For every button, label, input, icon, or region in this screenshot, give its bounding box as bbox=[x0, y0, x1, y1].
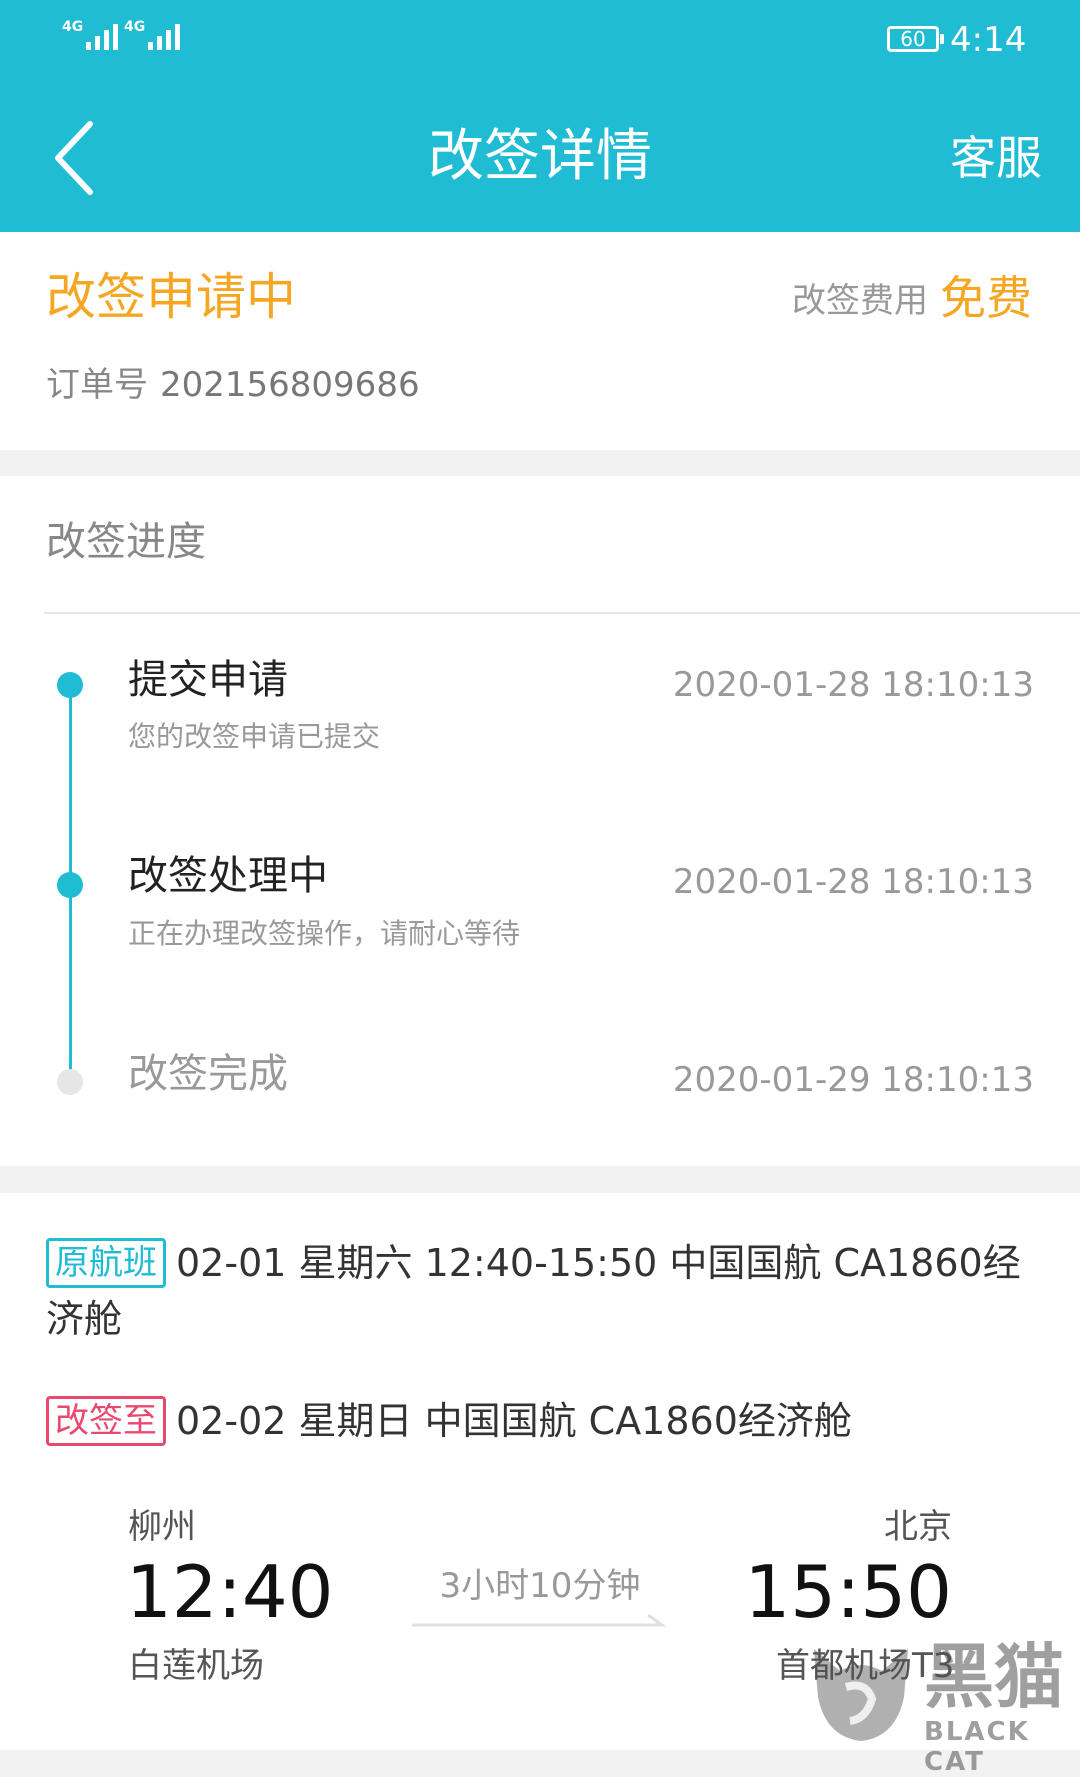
order-number-row: 订单号 202156809686 bbox=[46, 360, 420, 410]
step-title: 提交申请 bbox=[128, 657, 288, 703]
signal-strength-icon: 4G bbox=[124, 19, 181, 50]
changed-flight-row: 改签至 02-02 星期日 中国国航 CA1860经济舱 bbox=[46, 1393, 1036, 1449]
flight-duration: 3小时10分钟 bbox=[439, 1566, 641, 1606]
watermark-text-en: BLACK CAT bbox=[924, 1717, 1030, 1777]
order-number-label: 订单号 bbox=[46, 365, 148, 405]
black-cat-logo-icon bbox=[814, 1649, 908, 1741]
page-title: 改签详情 bbox=[428, 124, 652, 189]
watermark-text: 黑猫 bbox=[924, 1636, 1064, 1718]
signal-strength-icon: 4G bbox=[62, 19, 119, 50]
network-type-label: 4G bbox=[124, 19, 146, 35]
step-time: 2020-01-28 18:10:13 bbox=[672, 862, 1034, 902]
timeline-dot-pending bbox=[57, 1069, 83, 1095]
black-cat-watermark: 黑猫 BLACK CAT bbox=[806, 1636, 1080, 1777]
battery-icon: 60 bbox=[887, 26, 944, 52]
timeline-dot-done bbox=[57, 672, 83, 698]
step-title: 改签处理中 bbox=[128, 853, 328, 899]
step-time: 2020-01-28 18:10:13 bbox=[672, 665, 1034, 705]
step-description: 正在办理改签操作，请耐心等待 bbox=[128, 917, 521, 950]
section-title: 改签进度 bbox=[46, 519, 206, 565]
change-summary-card: 改签申请中 改签费用 免费 订单号 202156809686 bbox=[0, 232, 1080, 450]
fee-value: 免费 bbox=[940, 271, 1032, 325]
step-time: 2020-01-29 18:10:13 bbox=[672, 1060, 1034, 1100]
divider bbox=[44, 612, 1080, 614]
arrival-city: 北京 bbox=[884, 1507, 952, 1547]
original-flight-info: 02-01 星期六 12:40-15:50 中国国航 CA1860经济舱 bbox=[46, 1241, 1021, 1341]
order-number: 202156809686 bbox=[160, 365, 420, 405]
change-status: 改签申请中 bbox=[46, 268, 296, 326]
arrow-right-icon bbox=[412, 1613, 667, 1627]
arrival-time: 15:50 bbox=[744, 1550, 953, 1634]
step-description: 您的改签申请已提交 bbox=[128, 720, 381, 753]
top-bar: 4G 4G 60 4:14 改签详情 客服 bbox=[0, 0, 1080, 232]
change-progress-card: 改签进度 提交申请 2020-01-28 18:10:13 您的改签申请已提交 … bbox=[0, 476, 1080, 1166]
departure-time: 12:40 bbox=[126, 1550, 334, 1634]
original-flight-tag: 原航班 bbox=[46, 1238, 166, 1288]
original-flight-row: 原航班 02-01 星期六 12:40-15:50 中国国航 CA1860经济舱 bbox=[46, 1235, 1036, 1347]
timeline-dot-done bbox=[57, 872, 83, 898]
status-bar: 4G 4G 60 4:14 bbox=[0, 0, 1080, 84]
changed-flight-tag: 改签至 bbox=[46, 1396, 166, 1446]
departure-city: 柳州 bbox=[128, 1507, 196, 1547]
changed-flight-info: 02-02 星期日 中国国航 CA1860经济舱 bbox=[176, 1399, 852, 1443]
network-type-label: 4G bbox=[62, 19, 84, 35]
departure-airport: 白莲机场 bbox=[128, 1646, 264, 1686]
fee-label: 改签费用 bbox=[792, 281, 928, 321]
step-title: 改签完成 bbox=[128, 1051, 288, 1097]
customer-service-button[interactable]: 客服 bbox=[950, 128, 1042, 188]
status-time: 4:14 bbox=[950, 20, 1027, 60]
